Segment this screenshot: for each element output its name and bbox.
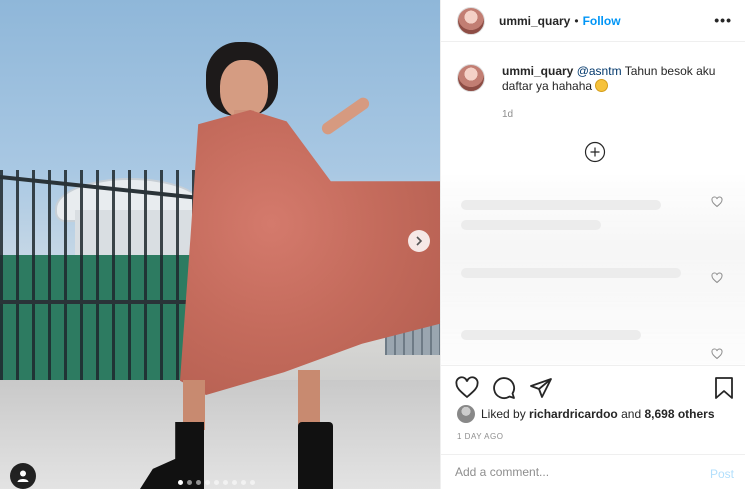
carousel-next-button[interactable] [408,230,430,252]
carousel-dot [241,480,246,485]
action-bar [441,365,745,405]
share-paper-plane-icon[interactable] [529,376,553,400]
carousel-dot [223,480,228,485]
comment-age[interactable]: 1d [502,109,513,120]
post-header: ummi_quary • Follow ••• [441,0,745,42]
likes-and: and [621,407,642,421]
comment-like-heart-icon[interactable] [711,196,723,208]
carousel-dot [187,480,192,485]
caption-comment: ummi_quary @asntm Tahun besok aku daftar… [457,64,737,94]
likes-others-link[interactable]: 8,698 others [644,407,714,421]
user-icon [17,470,29,482]
carousel-dot [214,480,219,485]
grinning-face-icon [595,79,609,92]
floor [0,380,440,489]
follow-button[interactable]: Follow [583,14,621,28]
like-heart-icon[interactable] [455,376,479,400]
post-sidebar: ummi_quary • Follow ••• ummi_quary @asnt… [440,0,745,489]
post-comment-button[interactable]: Post [710,467,734,481]
railing [0,170,195,400]
likes-summary: Liked by richardricardoo and 8,698 other… [457,405,715,423]
liker-avatar[interactable] [457,405,475,423]
chevron-right-icon [416,236,423,246]
blurred-comment-line [461,220,601,230]
tagged-users-button[interactable] [10,463,36,489]
comment-like-heart-icon[interactable] [711,272,723,284]
comment-mention[interactable]: @asntm [577,64,622,78]
railing-mid-bar [0,300,195,304]
post-timestamp[interactable]: 1 DAY AGO [457,432,503,441]
blurred-comment-line [461,200,661,210]
model-arm [319,95,372,137]
add-comment-bar: Post [441,454,745,489]
comment-username[interactable]: ummi_quary [502,64,573,78]
comment-input[interactable] [455,465,675,479]
avatar[interactable] [457,6,485,35]
carousel-dot [178,480,183,485]
avatar[interactable] [457,64,485,92]
carousel-dot [232,480,237,485]
blurred-comment-line [461,268,681,278]
carousel-dot [250,480,255,485]
post-photo[interactable] [0,0,440,489]
carousel-dot [205,480,210,485]
liker-username[interactable]: richardricardoo [529,407,618,421]
comment-bubble-icon[interactable] [492,376,516,400]
more-options-button[interactable]: ••• [714,12,732,28]
carousel-dot [196,480,201,485]
load-more-comments-button[interactable] [584,141,606,163]
comment-body: ummi_quary @asntm Tahun besok aku daftar… [502,64,737,94]
header-separator: • [574,13,579,28]
blurred-comment-line [461,330,641,340]
likes-prefix: Liked by [481,407,526,421]
bookmark-icon[interactable] [712,376,736,400]
author-username[interactable]: ummi_quary [499,14,570,28]
carousel-dots [178,480,255,485]
model-boot-right [298,422,333,489]
comment-like-heart-icon[interactable] [711,348,723,360]
model-leg-right [298,370,320,430]
